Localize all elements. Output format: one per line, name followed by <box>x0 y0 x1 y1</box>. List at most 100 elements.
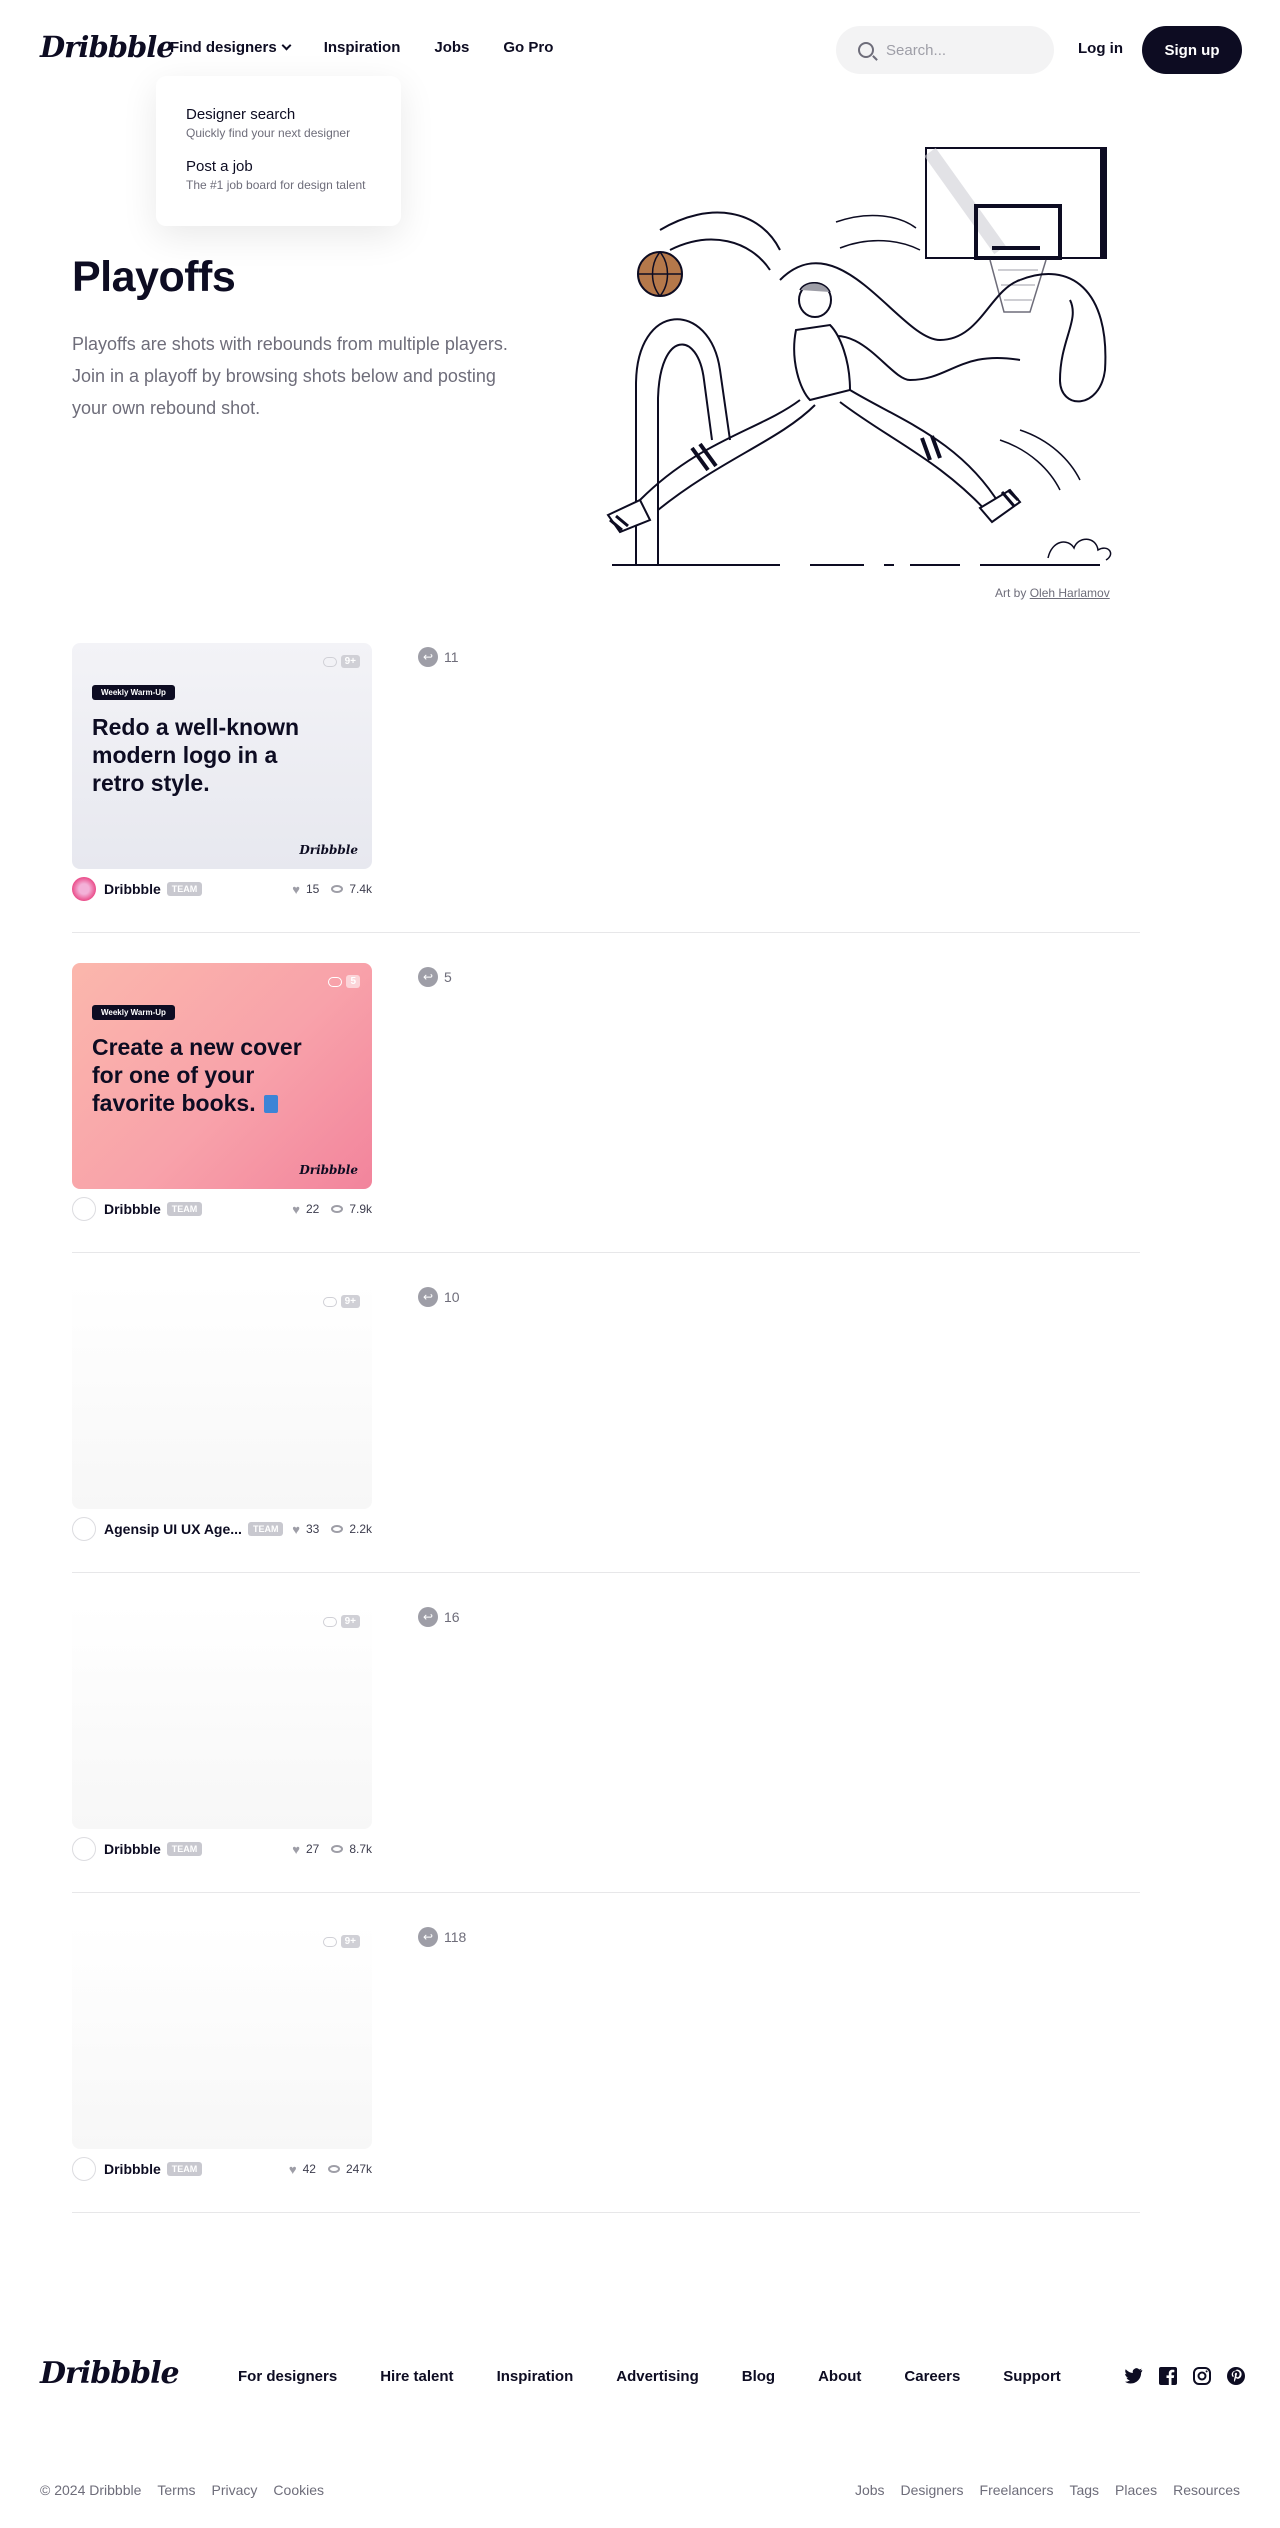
footer-nav: For designers Hire talent Inspiration Ad… <box>238 2368 1061 2385</box>
twitter-icon[interactable] <box>1124 2366 1144 2386</box>
avatar[interactable] <box>72 1197 96 1221</box>
shot-brand-logo: Dribbble <box>299 1163 358 1177</box>
signup-button[interactable]: Sign up <box>1142 26 1242 74</box>
nav-inspiration[interactable]: Inspiration <box>324 39 401 56</box>
views-count: 8.7k <box>349 1842 372 1856</box>
likes-count: 33 <box>305 1522 320 1536</box>
footer-link-privacy[interactable]: Privacy <box>212 2482 258 2498</box>
footer-link-jobs[interactable]: Jobs <box>855 2482 885 2498</box>
rebound-count-badge: 9+ <box>340 1935 360 1948</box>
shot-overlay: 9+ <box>322 1615 360 1628</box>
heart-icon[interactable]: ♥ <box>292 1522 300 1537</box>
heart-icon[interactable]: ♥ <box>289 2162 297 2177</box>
nav-find-designers[interactable]: Find designers <box>170 39 292 56</box>
footer-link-terms[interactable]: Terms <box>157 2482 195 2498</box>
instagram-icon[interactable] <box>1192 2366 1212 2386</box>
shot-thumbnail[interactable]: 9+ <box>72 1283 372 1509</box>
footer-link-support[interactable]: Support <box>1003 2368 1061 2385</box>
footer-link-hire-talent[interactable]: Hire talent <box>380 2368 453 2385</box>
shot-meta: Dribbble TEAM ♥ 27 8.7k <box>72 1837 372 1861</box>
dropdown-item-title: Designer search <box>186 106 296 123</box>
avatar[interactable] <box>72 877 96 901</box>
footer-link-blog[interactable]: Blog <box>742 2368 775 2385</box>
rebounds-link[interactable]: ↩ 11 <box>418 647 459 667</box>
footer-link-designers[interactable]: Designers <box>901 2482 964 2498</box>
footer-link-tags[interactable]: Tags <box>1069 2482 1099 2498</box>
credit-prefix: Art by <box>995 586 1027 600</box>
shot-thumbnail[interactable]: 9+ <box>72 1603 372 1829</box>
dropdown-item-designer-search[interactable]: Designer search Quickly find your next d… <box>186 106 401 140</box>
author-name[interactable]: Dribbble <box>104 2161 161 2177</box>
footer-link-freelancers[interactable]: Freelancers <box>980 2482 1054 2498</box>
rebounds-link[interactable]: ↩ 16 <box>418 1607 460 1627</box>
avatar[interactable] <box>72 1837 96 1861</box>
dropdown-item-subtitle: The #1 job board for design talent <box>186 178 366 192</box>
author-name[interactable]: Dribbble <box>104 1201 161 1217</box>
footer-logo[interactable]: Dribbble <box>40 2356 180 2391</box>
nav-label: Find designers <box>170 39 277 56</box>
rebound-icon <box>322 656 337 667</box>
art-credit: Art by Oleh Harlamov <box>995 586 1110 600</box>
shot-stats: ♥ 27 8.7k <box>292 1842 372 1857</box>
rebound-icon <box>322 1936 337 1947</box>
login-link[interactable]: Log in <box>1078 40 1123 57</box>
footer-link-cookies[interactable]: Cookies <box>273 2482 324 2498</box>
footer-link-places[interactable]: Places <box>1115 2482 1157 2498</box>
rebounds-count: 11 <box>444 649 459 665</box>
eye-icon <box>331 1845 344 1853</box>
views-count: 7.9k <box>349 1202 372 1216</box>
shot-thumbnail[interactable]: 9+ <box>72 1923 372 2149</box>
shot-overlay: 5 <box>328 975 360 988</box>
heart-icon[interactable]: ♥ <box>292 1202 300 1217</box>
likes-count: 22 <box>305 1202 320 1216</box>
book-icon <box>264 1095 278 1113</box>
find-designers-dropdown: Designer search Quickly find your next d… <box>156 76 401 226</box>
shot-meta: Dribbble TEAM ♥ 15 7.4k <box>72 877 372 901</box>
shot-stats: ♥ 42 247k <box>289 2162 372 2177</box>
pinterest-icon[interactable] <box>1226 2366 1246 2386</box>
rebound-icon: ↩ <box>418 967 438 987</box>
heart-icon[interactable]: ♥ <box>292 882 300 897</box>
rebound-count-badge: 9+ <box>340 1615 360 1628</box>
heart-icon[interactable]: ♥ <box>292 1842 300 1857</box>
social-links <box>1124 2366 1246 2386</box>
nav-jobs[interactable]: Jobs <box>434 39 469 56</box>
footer-link-careers[interactable]: Careers <box>904 2368 960 2385</box>
search-input[interactable] <box>886 41 1036 59</box>
playoff-row: 5 Weekly Warm-Up Create a new cover for … <box>72 963 1140 1253</box>
eye-icon <box>331 1205 344 1213</box>
rebound-icon <box>322 1296 337 1307</box>
team-badge: TEAM <box>166 1842 203 1856</box>
views-count: 2.2k <box>349 1522 372 1536</box>
dropdown-item-post-job[interactable]: Post a job The #1 job board for design t… <box>186 158 401 192</box>
footer-link-resources[interactable]: Resources <box>1173 2482 1240 2498</box>
rebound-icon: ↩ <box>418 647 438 667</box>
rebound-icon: ↩ <box>418 1607 438 1627</box>
avatar[interactable] <box>72 1517 96 1541</box>
author-name[interactable]: Agensip UI UX Age... <box>104 1521 242 1537</box>
author-name[interactable]: Dribbble <box>104 1841 161 1857</box>
footer-link-inspiration[interactable]: Inspiration <box>497 2368 574 2385</box>
rebounds-link[interactable]: ↩ 5 <box>418 967 452 987</box>
views-count: 247k <box>345 2162 372 2176</box>
shot-thumbnail[interactable]: 5 Weekly Warm-Up Create a new cover for … <box>72 963 372 1189</box>
footer-link-for-designers[interactable]: For designers <box>238 2368 337 2385</box>
shot-overlay: 9+ <box>322 655 360 668</box>
rebounds-count: 5 <box>444 969 452 985</box>
team-badge: TEAM <box>166 882 203 896</box>
rebounds-link[interactable]: ↩ 118 <box>418 1927 466 1947</box>
dribbble-logo[interactable]: Dribbble <box>40 30 175 64</box>
nav-go-pro[interactable]: Go Pro <box>503 39 553 56</box>
rebound-icon: ↩ <box>418 1927 438 1947</box>
footer-link-advertising[interactable]: Advertising <box>616 2368 699 2385</box>
shot-thumbnail[interactable]: 9+ Weekly Warm-Up Redo a well-known mode… <box>72 643 372 869</box>
rebounds-link[interactable]: ↩ 10 <box>418 1287 460 1307</box>
shot-overlay: 9+ <box>322 1295 360 1308</box>
shot-title: Redo a well-known modern logo in a retro… <box>92 714 300 796</box>
footer-link-about[interactable]: About <box>818 2368 861 2385</box>
rebound-icon: ↩ <box>418 1287 438 1307</box>
avatar[interactable] <box>72 2157 96 2181</box>
facebook-icon[interactable] <box>1158 2366 1178 2386</box>
author-name[interactable]: Dribbble <box>104 881 161 897</box>
credit-artist-link[interactable]: Oleh Harlamov <box>1030 586 1110 600</box>
